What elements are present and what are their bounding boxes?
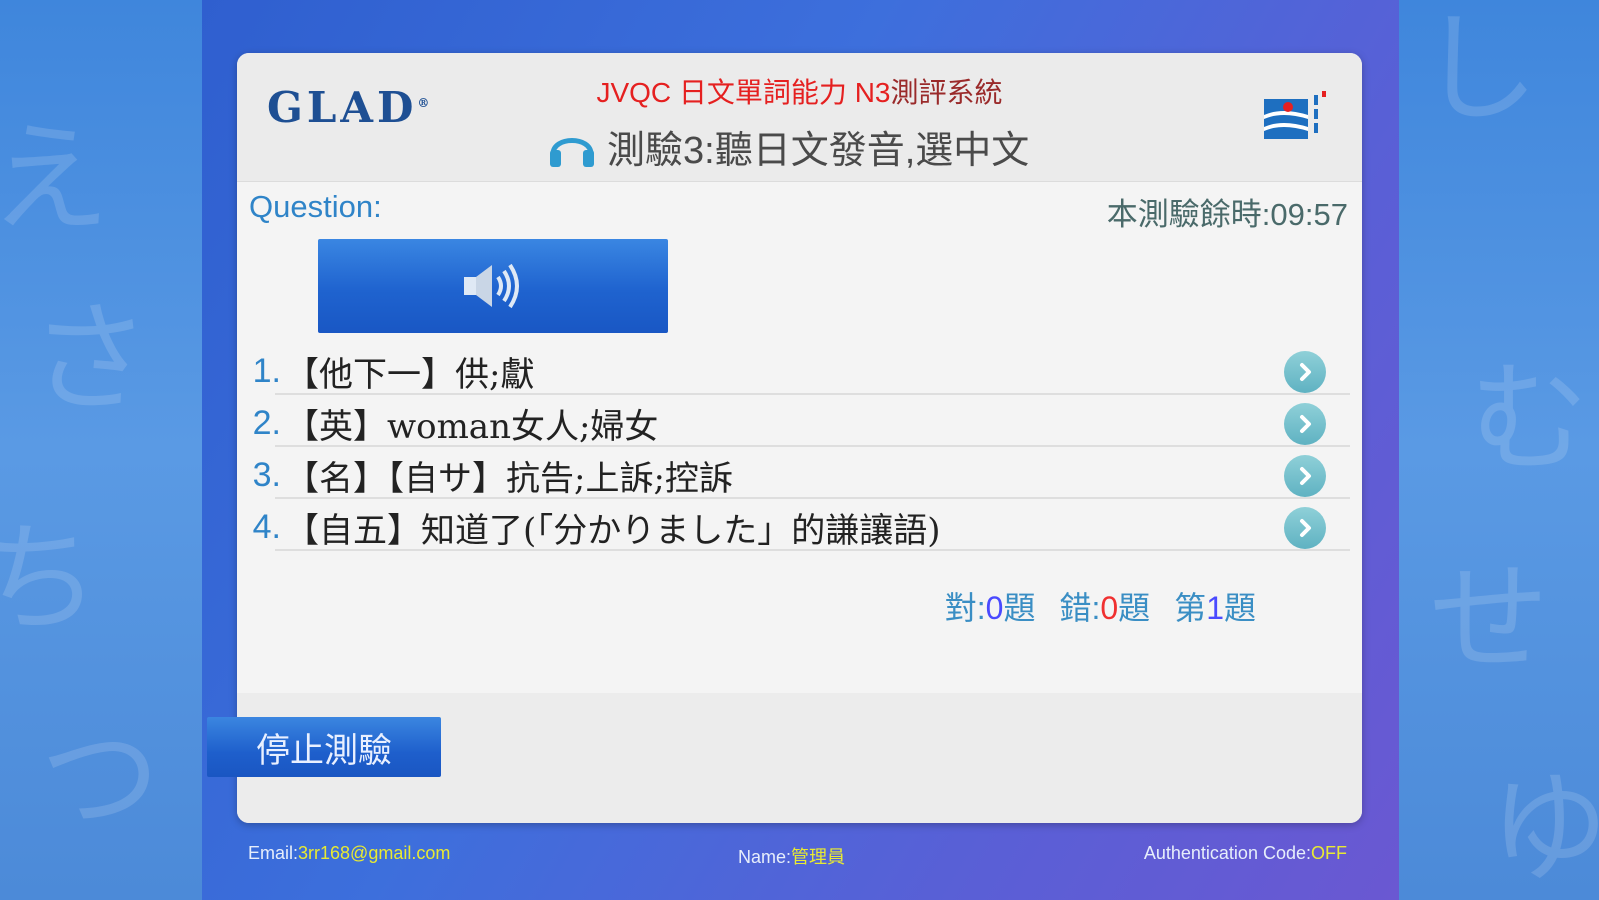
correct-count: 對:0題	[945, 583, 1036, 629]
right-side-panel: し む せ ゆ	[1399, 0, 1599, 900]
option-text: 【英】woman女人;婦女	[285, 406, 659, 447]
decor-glyph: ち	[0, 510, 100, 649]
wrong-value: 0	[1100, 590, 1119, 626]
answer-option-2[interactable]: 2. 【英】woman女人;婦女	[237, 397, 1362, 449]
option-number: 4.	[252, 507, 281, 546]
system-title-suffix: 測評系統	[890, 77, 1003, 108]
card-header: GLAD® JVQC 日文單詞能力 N3測評系統 測驗3:聽日文發音,選中文	[237, 53, 1362, 182]
auth-label: Authentication Code:	[1143, 843, 1311, 863]
correct-unit: 題	[1003, 590, 1036, 626]
index-label: 第	[1174, 590, 1207, 626]
chevron-right-icon	[1300, 363, 1311, 381]
name-info: Name:管理員	[738, 843, 845, 869]
decor-glyph: ゆ	[1489, 760, 1599, 899]
speaker-icon	[464, 263, 519, 309]
option-select-button[interactable]	[1284, 507, 1326, 549]
option-text: 【自五】知道了(「分かりました」的謙讓語)	[285, 510, 941, 551]
stop-test-button[interactable]: 停止測驗	[207, 717, 441, 777]
option-number: 2.	[252, 403, 281, 442]
wrong-label: 錯:	[1059, 590, 1101, 626]
option-select-button[interactable]	[1284, 403, 1326, 445]
auth-value: OFF	[1311, 843, 1347, 863]
question-label: Question:	[249, 189, 382, 224]
name-label: Name:	[738, 847, 792, 867]
decor-glyph: む	[1469, 350, 1589, 489]
timer-readout: 本測驗餘時:09:57	[1106, 197, 1348, 232]
test-title: 測驗3:聽日文發音,選中文	[547, 121, 1030, 172]
decor-glyph: せ	[1429, 550, 1549, 689]
decor-glyph: さ	[30, 290, 150, 429]
email-value: 3rr168@gmail.com	[298, 843, 451, 863]
chevron-right-icon	[1300, 519, 1311, 537]
index-unit: 題	[1223, 590, 1256, 626]
wrong-count: 錯:0題	[1059, 583, 1150, 629]
answer-options: 1. 【他下一】供;獻 2. 【英】woman女人;婦女 3. 【名】【自サ】抗…	[237, 345, 1362, 553]
system-title-prefix: JVQC 日文單詞能力 N3	[596, 77, 891, 108]
decor-glyph: つ	[40, 710, 160, 849]
chevron-right-icon	[1300, 415, 1311, 433]
correct-value: 0	[985, 590, 1004, 626]
option-select-button[interactable]	[1284, 455, 1326, 497]
option-number: 1.	[252, 351, 281, 390]
option-text: 【名】【自サ】抗告;上訴;控訴	[285, 458, 733, 499]
play-audio-button[interactable]	[318, 239, 668, 333]
quiz-card: GLAD® JVQC 日文單詞能力 N3測評系統 測驗3:聽日文發音,選中文 Q…	[237, 53, 1362, 823]
decor-glyph: え	[0, 110, 110, 249]
email-info: Email:3rr168@gmail.com	[248, 843, 450, 864]
answer-option-3[interactable]: 3. 【名】【自サ】抗告;上訴;控訴	[237, 449, 1362, 501]
auth-info: Authentication Code:OFF	[1144, 843, 1347, 864]
test-title-text: 測驗3:聽日文發音,選中文	[607, 129, 1030, 172]
brand-logo-icon	[1264, 91, 1326, 139]
option-number: 3.	[252, 455, 281, 494]
headphone-icon	[550, 138, 594, 167]
score-summary: 對:0題 錯:0題 第1題	[945, 583, 1256, 629]
wrong-unit: 題	[1118, 590, 1151, 626]
option-text: 【他下一】供;獻	[285, 354, 535, 395]
left-side-panel: え さ ち つ	[0, 0, 202, 900]
decor-glyph: し	[1419, 0, 1539, 139]
option-select-button[interactable]	[1284, 351, 1326, 393]
index-value: 1	[1206, 590, 1224, 626]
email-label: Email:	[248, 843, 299, 863]
answer-option-1[interactable]: 1. 【他下一】供;獻	[237, 345, 1362, 397]
correct-label: 對:	[944, 590, 986, 626]
name-value: 管理員	[791, 847, 846, 867]
chevron-right-icon	[1300, 467, 1311, 485]
answer-option-4[interactable]: 4. 【自五】知道了(「分かりました」的謙讓語)	[237, 501, 1362, 553]
question-index: 第1題	[1174, 583, 1256, 629]
system-title: JVQC 日文單詞能力 N3測評系統	[237, 71, 1362, 111]
